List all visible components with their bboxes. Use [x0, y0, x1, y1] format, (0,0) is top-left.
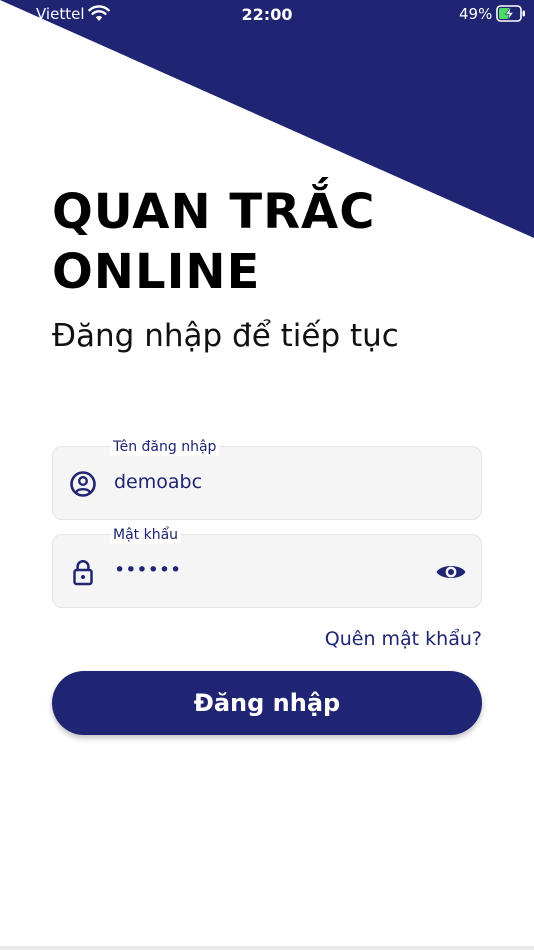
login-button[interactable]: Đăng nhập [52, 671, 482, 735]
bottom-divider [0, 946, 534, 950]
username-value[interactable]: demoabc [114, 471, 202, 493]
battery-charging-icon [496, 5, 525, 22]
password-field[interactable]: •••••• [52, 534, 482, 608]
eye-icon[interactable] [435, 557, 467, 587]
status-bar: Viettel 22:00 49% [0, 0, 534, 28]
password-value[interactable]: •••••• [114, 559, 181, 581]
lock-icon [73, 560, 93, 586]
app-title-line-2: ONLINE [52, 244, 261, 300]
page-subtitle: Đăng nhập để tiếp tục [52, 318, 399, 354]
forgot-password-link[interactable]: Quên mật khẩu? [325, 628, 482, 650]
password-label: Mật khẩu [110, 526, 182, 544]
app-title-line-1: QUAN TRẮC [52, 184, 376, 240]
login-screen: Viettel 22:00 49% QUAN TRẮC ONLINE Đăng … [0, 0, 534, 950]
username-label: Tên đăng nhập [110, 438, 220, 456]
status-time: 22:00 [241, 5, 293, 24]
battery-percentage: 49% [459, 5, 493, 23]
app-title: QUAN TRẮC ONLINE [52, 182, 375, 302]
username-field[interactable]: demoabc [52, 446, 482, 520]
user-circle-icon [70, 471, 96, 497]
